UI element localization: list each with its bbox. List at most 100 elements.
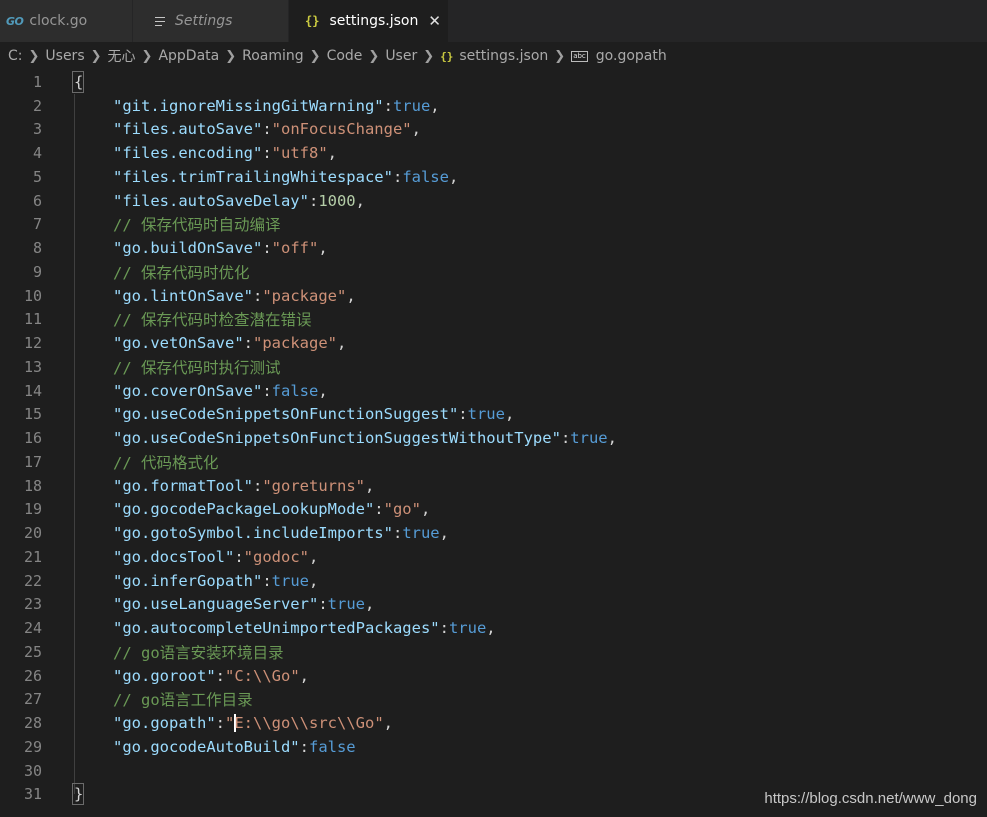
code-text: "go.gotoSymbol.includeImports":true, bbox=[113, 524, 449, 542]
code-line: 28 "go.gopath":"E:\\go\\src\\Go", bbox=[0, 711, 987, 735]
code-text: // go语言安装环境目录 bbox=[113, 641, 284, 663]
breadcrumb-item[interactable]: Code bbox=[327, 48, 363, 64]
colon: : bbox=[308, 191, 319, 210]
chevron-right-icon: ❯ bbox=[554, 48, 566, 64]
breadcrumb-item[interactable]: AppData bbox=[158, 48, 219, 64]
colon: : bbox=[243, 334, 253, 353]
colon: : bbox=[262, 120, 272, 139]
json-file-icon: {} bbox=[305, 14, 320, 28]
comma: , bbox=[346, 286, 356, 305]
code-comment: // 保存代码时自动编译 bbox=[113, 216, 281, 235]
breadcrumb-item[interactable]: C: bbox=[8, 48, 23, 64]
setting-value: true bbox=[327, 595, 365, 614]
code-line: 11 // 保存代码时检查潜在错误 bbox=[0, 308, 987, 332]
breadcrumb-item[interactable]: User bbox=[385, 48, 417, 64]
code-line: 20 "go.gotoSymbol.includeImports":true, bbox=[0, 521, 987, 545]
code-line: 29 "go.gocodeAutoBuild":false bbox=[0, 735, 987, 759]
code-text: "go.gopath":"E:\\go\\src\\Go", bbox=[113, 714, 393, 733]
code-text: "go.coverOnSave":false, bbox=[113, 382, 328, 400]
code-line: 31} bbox=[0, 783, 987, 807]
breadcrumb-item[interactable]: settings.json bbox=[459, 48, 548, 64]
code-text: // 保存代码时自动编译 bbox=[113, 213, 281, 235]
setting-key: "go.buildOnSave" bbox=[113, 239, 263, 258]
comma: , bbox=[337, 334, 347, 353]
comma: , bbox=[430, 96, 440, 115]
line-number: 25 bbox=[23, 642, 42, 661]
setting-value: true bbox=[271, 571, 309, 590]
code-comment: // 保存代码时执行测试 bbox=[113, 358, 281, 377]
breadcrumb-item[interactable]: go.gopath bbox=[596, 48, 667, 64]
code-line: 21 "go.docsTool":"godoc", bbox=[0, 545, 987, 569]
code-comment: // 代码格式化 bbox=[113, 453, 219, 472]
code-line: 13 // 保存代码时执行测试 bbox=[0, 355, 987, 379]
colon: : bbox=[262, 144, 272, 163]
line-number: 11 bbox=[23, 310, 42, 329]
comma: , bbox=[383, 713, 393, 732]
comma: , bbox=[309, 547, 319, 566]
tab-label: clock.go bbox=[29, 13, 88, 29]
colon: : bbox=[439, 619, 449, 638]
comma: , bbox=[486, 619, 496, 638]
setting-value: "onFocusChange" bbox=[271, 120, 412, 139]
code-line: 22 "go.inferGopath":true, bbox=[0, 569, 987, 593]
code-text: "go.useCodeSnippetsOnFunctionSuggestWith… bbox=[113, 429, 617, 447]
line-number: 24 bbox=[23, 619, 42, 638]
colon: : bbox=[262, 239, 272, 258]
colon: : bbox=[262, 571, 272, 590]
comma: , bbox=[411, 120, 421, 139]
line-number: 5 bbox=[32, 167, 42, 186]
setting-value: true bbox=[392, 96, 431, 115]
setting-key: "go.vetOnSave" bbox=[113, 334, 244, 353]
line-number: 14 bbox=[23, 381, 42, 400]
code-text: "go.gocodePackageLookupMode":"go", bbox=[113, 500, 430, 518]
setting-key: "go.lintOnSave" bbox=[113, 286, 253, 305]
code-text: "go.lintOnSave":"package", bbox=[113, 287, 356, 305]
code-comment: // go语言工作目录 bbox=[113, 691, 253, 710]
close-icon[interactable]: ✕ bbox=[428, 12, 441, 30]
code-comment: // 保存代码时优化 bbox=[113, 263, 250, 282]
code-line: 27 // go语言工作目录 bbox=[0, 688, 987, 712]
go-file-icon: GO bbox=[6, 14, 24, 28]
colon: : bbox=[392, 524, 403, 543]
breadcrumb-item[interactable]: Roaming bbox=[242, 48, 304, 64]
colon: : bbox=[318, 595, 328, 614]
line-number: 20 bbox=[23, 524, 42, 543]
comma: , bbox=[318, 381, 328, 400]
setting-value: "package" bbox=[262, 286, 347, 305]
code-editor[interactable]: https://blog.csdn.net/www_dong 1{2 "git.i… bbox=[0, 70, 987, 817]
chevron-right-icon: ❯ bbox=[28, 48, 40, 64]
code-line: 14 "go.coverOnSave":false, bbox=[0, 379, 987, 403]
setting-value: "package" bbox=[253, 334, 337, 353]
line-number: 13 bbox=[23, 357, 42, 376]
code-line: 16 "go.useCodeSnippetsOnFunctionSuggestWi… bbox=[0, 426, 987, 450]
colon: : bbox=[392, 167, 403, 186]
tab-settings[interactable]: Settings bbox=[133, 0, 289, 42]
colon: : bbox=[215, 666, 225, 685]
comma: , bbox=[327, 144, 337, 163]
line-number: 30 bbox=[23, 761, 42, 780]
setting-key: "files.encoding" bbox=[113, 144, 263, 163]
line-number: 2 bbox=[32, 96, 42, 115]
code-text: "files.autoSave":"onFocusChange", bbox=[113, 120, 421, 138]
comma: , bbox=[299, 666, 309, 685]
code-line: 7 // 保存代码时自动编译 bbox=[0, 213, 987, 237]
code-text: "go.gocodeAutoBuild":false bbox=[113, 738, 356, 756]
setting-key: "go.gocodeAutoBuild" bbox=[113, 737, 300, 756]
code-line: 30 bbox=[0, 759, 987, 783]
code-line: 18 "go.formatTool":"goreturns", bbox=[0, 474, 987, 498]
code-line: 15 "go.useCodeSnippetsOnFunctionSuggest":… bbox=[0, 403, 987, 427]
editor-tab-bar: GO clock.go Settings {} settings.json ✕ bbox=[0, 0, 987, 42]
comma: , bbox=[439, 524, 449, 543]
colon: : bbox=[252, 476, 263, 495]
breadcrumb-item[interactable]: Users bbox=[45, 48, 84, 64]
breadcrumb-item[interactable]: 无心 bbox=[108, 46, 136, 66]
code-text: // 保存代码时执行测试 bbox=[113, 356, 281, 378]
breadcrumb: C: ❯ Users ❯ 无心 ❯ AppData ❯ Roaming ❯ Co… bbox=[0, 42, 987, 70]
line-number: 23 bbox=[23, 595, 42, 614]
line-number: 9 bbox=[32, 262, 42, 281]
tab-clock-go[interactable]: GO clock.go bbox=[0, 0, 133, 42]
tab-settings-json[interactable]: {} settings.json ✕ bbox=[289, 0, 449, 42]
code-comment: // 保存代码时检查潜在错误 bbox=[113, 311, 312, 330]
close-brace: } bbox=[74, 785, 84, 804]
comma: , bbox=[420, 500, 431, 519]
